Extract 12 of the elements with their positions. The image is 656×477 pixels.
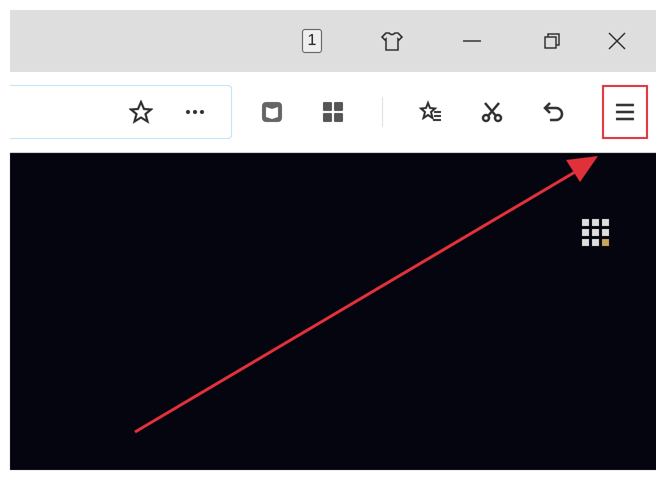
star-icon[interactable] [129,100,153,124]
menu-icon [614,102,636,122]
shirt-icon[interactable] [380,29,404,53]
book-icon[interactable] [260,100,284,124]
address-field[interactable] [10,85,232,139]
favorites-list-icon[interactable] [419,100,444,124]
menu-button[interactable] [602,85,648,139]
undo-icon[interactable] [541,100,566,124]
scissors-icon[interactable] [480,100,504,124]
apps-grid-icon[interactable] [582,219,610,247]
tab-counter[interactable]: 1 [302,29,322,53]
grid-icon[interactable] [320,100,345,124]
